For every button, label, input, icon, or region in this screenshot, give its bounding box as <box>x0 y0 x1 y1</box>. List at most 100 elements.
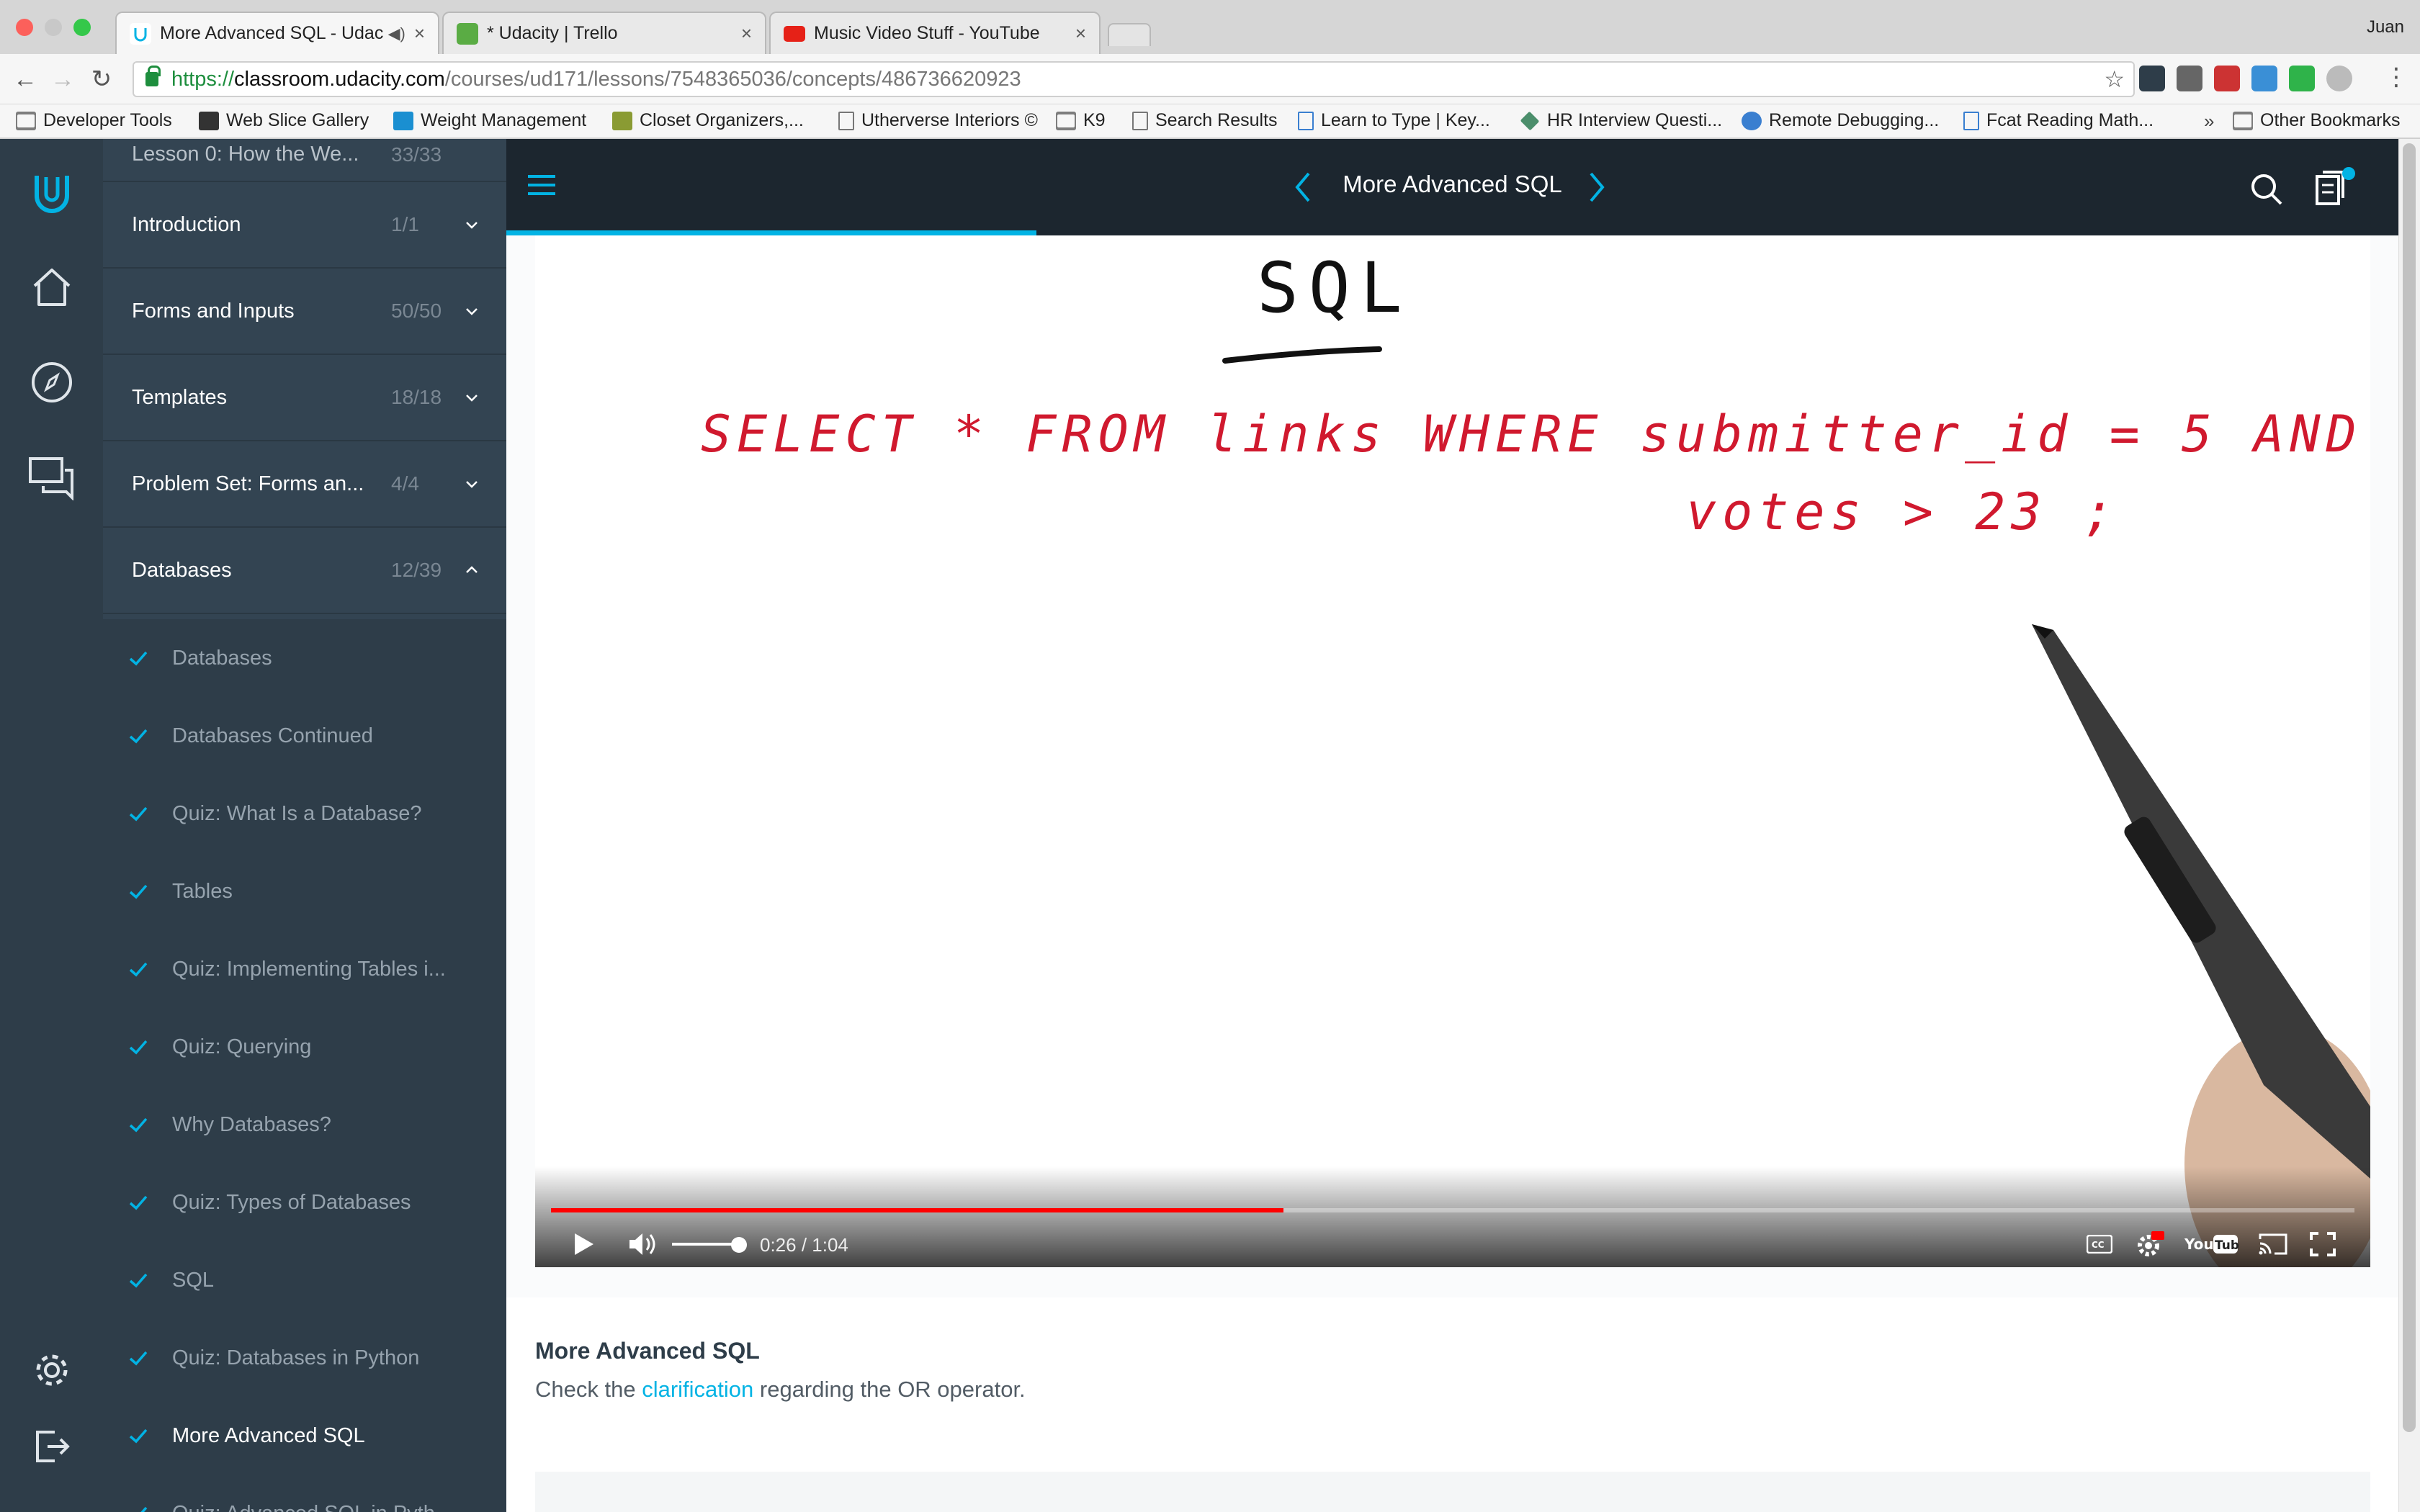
video-player[interactable]: SQL SELECT * FROM links WHERE submitter_… <box>535 235 2370 1267</box>
play-icon[interactable] <box>570 1228 599 1260</box>
concept-item[interactable]: Databases <box>103 619 506 697</box>
page-icon <box>1963 111 1979 130</box>
extension-udacity-icon[interactable] <box>2139 66 2165 91</box>
search-icon[interactable] <box>2249 172 2284 207</box>
bookmark-item[interactable]: Developer Tools <box>16 110 172 131</box>
bookmark-item[interactable]: Weight Management <box>393 110 586 131</box>
clarification-link[interactable]: clarification <box>642 1377 753 1402</box>
folder-icon <box>1056 111 1076 130</box>
profile-name[interactable]: Juan <box>2367 17 2404 37</box>
home-icon[interactable] <box>26 261 78 313</box>
cast-icon[interactable] <box>2255 1228 2291 1260</box>
browser-menu-icon[interactable]: ⋮ <box>2384 63 2408 91</box>
bookmark-star-icon[interactable]: ☆ <box>2104 66 2125 93</box>
bookmark-item[interactable]: Remote Debugging... <box>1742 110 1939 131</box>
concept-item[interactable]: Why Databases? <box>103 1086 506 1164</box>
concept-item[interactable]: SQL <box>103 1241 506 1319</box>
address-bar[interactable]: https://classroom.udacity.com/courses/ud… <box>133 61 2135 97</box>
checkmark-icon <box>140 1506 148 1512</box>
tab-udacity[interactable]: More Advanced SQL - Udac ◀) × <box>115 12 439 54</box>
concept-title: More Advanced SQL <box>1343 171 1562 197</box>
volume-icon[interactable] <box>626 1228 660 1260</box>
fullscreen-icon[interactable] <box>2307 1228 2339 1260</box>
next-concept-icon[interactable] <box>1585 171 1607 204</box>
window-close-button[interactable] <box>16 19 33 36</box>
svg-text:CC: CC <box>2092 1240 2105 1250</box>
page-scrollbar-thumb[interactable] <box>2403 143 2416 1432</box>
bookmark-item[interactable]: K9 <box>1056 110 1106 131</box>
extension-circle-icon[interactable] <box>2326 66 2352 91</box>
whiteboard-drawing: SQL SELECT * FROM links WHERE submitter_… <box>701 248 2370 1267</box>
bookmarks-overflow-button[interactable]: » <box>2204 110 2214 132</box>
volume-slider-handle[interactable] <box>731 1237 747 1253</box>
volume-slider[interactable] <box>672 1243 738 1246</box>
concept-header: More Advanced SQL <box>506 139 2398 235</box>
window-minimize-button[interactable] <box>45 19 62 36</box>
logout-icon[interactable] <box>26 1421 78 1472</box>
reload-icon[interactable]: ↻ <box>86 64 117 94</box>
youtube-logo-icon[interactable]: YouTube <box>2183 1228 2241 1260</box>
concept-label: Databases <box>172 646 272 670</box>
lesson-text-card: More Advanced SQL Check the clarificatio… <box>506 1297 2398 1512</box>
tab-close-icon[interactable]: × <box>741 22 752 45</box>
video-controls: 0:26 / 1:04 CC YouTube <box>535 1166 2370 1267</box>
new-tab-button[interactable] <box>1108 23 1151 46</box>
bookmark-item[interactable]: Closet Organizers,... <box>612 110 804 131</box>
chevron-up-icon <box>466 566 478 573</box>
compass-icon[interactable] <box>26 356 78 408</box>
checkmark-icon <box>129 1273 148 1288</box>
bookmark-favicon-icon <box>1742 111 1762 130</box>
tab-close-icon[interactable]: × <box>1075 22 1086 45</box>
lesson-text-after: regarding the OR operator. <box>759 1377 1026 1402</box>
window-zoom-button[interactable] <box>73 19 91 36</box>
lesson-row-templates[interactable]: Templates 18/18 <box>103 355 506 441</box>
resources-icon[interactable] <box>2313 166 2356 210</box>
browser-tab-strip: More Advanced SQL - Udac ◀) × * Udacity … <box>0 0 2420 54</box>
settings-hd-icon[interactable] <box>2134 1228 2167 1260</box>
lesson-row-introduction[interactable]: Introduction 1/1 <box>103 182 506 269</box>
other-bookmarks[interactable]: Other Bookmarks <box>2233 110 2401 131</box>
lesson-title: Templates <box>132 385 228 409</box>
concept-item[interactable]: Databases Continued <box>103 697 506 775</box>
chevron-down-icon <box>466 481 478 488</box>
concept-item[interactable]: Quiz: Implementing Tables i... <box>103 930 506 1008</box>
extension-graph-icon[interactable] <box>2251 66 2277 91</box>
gear-icon[interactable] <box>26 1344 78 1396</box>
chat-icon[interactable] <box>26 451 78 503</box>
video-seek-bar[interactable] <box>551 1208 2354 1212</box>
captions-icon[interactable]: CC <box>2084 1228 2115 1260</box>
concept-item[interactable]: Quiz: Databases in Python <box>103 1319 506 1397</box>
concept-item[interactable]: Tables <box>103 852 506 930</box>
bookmark-favicon-icon <box>612 111 632 130</box>
concept-item[interactable]: More Advanced SQL <box>103 1397 506 1475</box>
tab-close-icon[interactable]: × <box>414 22 425 45</box>
tab-trello[interactable]: * Udacity | Trello × <box>442 12 766 54</box>
concept-item[interactable]: Quiz: Advanced SQL in Pyth... <box>103 1475 506 1512</box>
lesson-row-problem-set[interactable]: Problem Set: Forms an... 4/4 <box>103 441 506 528</box>
bookmark-item[interactable]: Utherverse Interiors © <box>838 110 1038 131</box>
concept-item[interactable]: Quiz: What Is a Database? <box>103 775 506 852</box>
bookmark-item[interactable]: Web Slice Gallery <box>199 110 369 131</box>
tab-youtube[interactable]: Music Video Stuff - YouTube × <box>769 12 1101 54</box>
udacity-logo-icon[interactable] <box>26 166 78 218</box>
lesson-row-databases[interactable]: Databases 12/39 <box>103 528 506 614</box>
extension-tool-icon[interactable] <box>2177 66 2202 91</box>
bookmark-item[interactable]: HR Interview Questi... <box>1520 110 1722 131</box>
bookmark-label: Utherverse Interiors © <box>861 110 1038 130</box>
lesson-progress-bar <box>506 230 1036 235</box>
page-scrollbar[interactable] <box>2398 139 2420 1512</box>
concept-item[interactable]: Quiz: Querying <box>103 1008 506 1086</box>
extension-clipper-icon[interactable] <box>2214 66 2240 91</box>
lesson-row-forms-and-inputs[interactable]: Forms and Inputs 50/50 <box>103 269 506 355</box>
bookmark-item[interactable]: Search Results <box>1132 110 1278 131</box>
extension-beta-icon[interactable] <box>2289 66 2315 91</box>
lesson-row-partial[interactable]: Lesson 0: How the We... 33/33 <box>103 139 506 182</box>
concept-item[interactable]: Quiz: Types of Databases <box>103 1164 506 1241</box>
forward-arrow-icon[interactable]: → <box>48 64 78 94</box>
bookmark-item[interactable]: Learn to Type | Key... <box>1298 110 1490 131</box>
bookmark-label: Search Results <box>1155 110 1278 130</box>
bookmark-label: K9 <box>1083 110 1106 130</box>
browser-toolbar: ← → ↻ https://classroom.udacity.com/cour… <box>0 54 2420 104</box>
back-arrow-icon[interactable]: ← <box>10 64 40 94</box>
bookmark-item[interactable]: Fcat Reading Math... <box>1963 110 2154 131</box>
